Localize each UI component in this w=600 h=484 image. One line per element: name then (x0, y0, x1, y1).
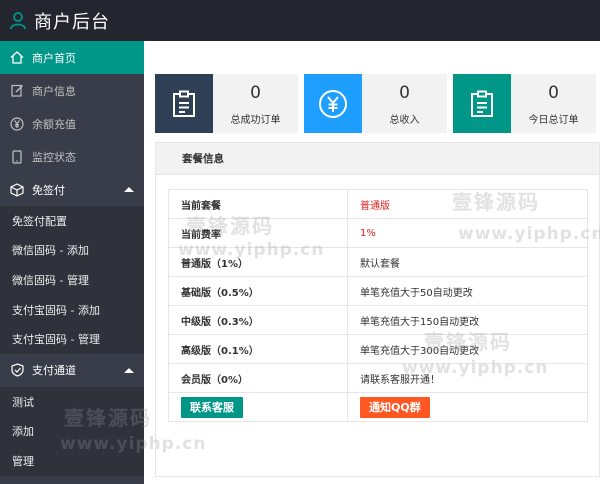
sidebar-group-label: 支付通道 (32, 364, 76, 378)
sidebar-sublist-payment-channel: 测试 添加 管理 (0, 386, 144, 476)
sidebar-subitem[interactable]: 测试 (0, 387, 144, 417)
shield-icon (10, 363, 24, 378)
main-content: 0 总成功订单 0 总收入 0 今日总订单 套餐信息 当前套餐 普通版 当前费率… (144, 41, 600, 484)
stat-value: 0 (250, 83, 261, 103)
notify-qq-group-button[interactable]: 通知QQ群 (360, 396, 430, 418)
table-row: 中级版（0.3%） 单笔充值大于150自动更改 (168, 305, 588, 335)
app-title: 商户后台 (34, 11, 110, 33)
table-row: 高级版（0.1%） 单笔充值大于300自动更改 (168, 334, 588, 364)
sidebar-item-recharge[interactable]: 余额充值 (0, 107, 144, 140)
sidebar-sublist-mianqianfu: 免签付配置 微信固码 - 添加 微信固码 - 管理 支付宝固码 - 添加 支付宝… (0, 206, 144, 354)
stat-card-success-orders: 0 总成功订单 (155, 74, 298, 133)
caret-up-icon (124, 367, 134, 373)
row-key: 高级版（0.1%） (168, 334, 348, 364)
row-value: 1% (347, 218, 588, 248)
row-action: 联系客服 (168, 392, 348, 422)
sidebar-subitem[interactable]: 管理 (0, 446, 144, 476)
stat-value: 0 (548, 83, 559, 103)
row-value: 单笔充值大于150自动更改 (347, 305, 588, 335)
package-info-panel: 套餐信息 当前套餐 普通版 当前费率 1% 普通版（1%） 默认套餐 基础版（0… (155, 142, 600, 477)
edit-icon (10, 84, 24, 98)
sidebar-subitem[interactable]: 微信固码 - 添加 (0, 236, 144, 266)
clipboard-icon (453, 74, 511, 133)
table-row: 基础版（0.5%） 单笔充值大于50自动更改 (168, 276, 588, 306)
table-row: 联系客服 通知QQ群 (168, 392, 588, 422)
contact-service-button[interactable]: 联系客服 (181, 396, 243, 418)
row-key: 会员版（0%） (168, 363, 348, 393)
sidebar: 商户首页 商户信息 余额充值 监控状态 免签付 免签付配置 微信固码 - 添加 … (0, 41, 144, 484)
stat-cards: 0 总成功订单 0 总收入 0 今日总订单 (155, 74, 596, 133)
phone-icon (10, 149, 24, 164)
sidebar-subitem[interactable]: 支付宝固码 - 添加 (0, 295, 144, 325)
sidebar-subitem[interactable]: 支付宝固码 - 管理 (0, 324, 144, 354)
sidebar-item-label: 商户信息 (32, 84, 76, 98)
sidebar-item-label: 监控状态 (32, 150, 76, 164)
row-value: 单笔充值大于300自动更改 (347, 334, 588, 364)
sidebar-item-merchant-info[interactable]: 商户信息 (0, 74, 144, 107)
table-row: 当前费率 1% (168, 218, 588, 248)
row-value: 默认套餐 (347, 247, 588, 277)
stat-card-total-income: 0 总收入 (304, 74, 447, 133)
sidebar-subitem[interactable]: 添加 (0, 417, 144, 447)
sidebar-subitem[interactable]: 微信固码 - 管理 (0, 265, 144, 295)
top-header: 商户后台 (0, 0, 600, 41)
cube-icon (10, 182, 24, 197)
row-key: 当前费率 (168, 218, 348, 248)
user-icon (10, 11, 26, 30)
row-action: 通知QQ群 (347, 392, 588, 422)
row-key: 普通版（1%） (168, 247, 348, 277)
home-icon (10, 51, 24, 65)
row-key: 基础版（0.5%） (168, 276, 348, 306)
sidebar-group-payment-channel[interactable]: 支付通道 (0, 354, 144, 387)
table-row: 普通版（1%） 默认套餐 (168, 247, 588, 277)
stat-label: 总成功订单 (230, 115, 281, 126)
sidebar-subitem[interactable]: 免签付配置 (0, 206, 144, 236)
sidebar-item-home[interactable]: 商户首页 (0, 41, 144, 74)
stat-card-today-orders: 0 今日总订单 (453, 74, 596, 133)
row-value: 单笔充值大于50自动更改 (347, 276, 588, 306)
caret-up-icon (124, 187, 134, 192)
row-value: 普通版 (347, 189, 588, 219)
stat-value: 0 (399, 83, 410, 103)
row-key: 当前套餐 (168, 189, 348, 219)
sidebar-group-label: 免签付 (32, 183, 65, 197)
sidebar-group-mianqianfu[interactable]: 免签付 (0, 173, 144, 206)
sidebar-item-label: 余额充值 (32, 117, 76, 131)
table-row: 会员版（0%） 请联系客服开通！ (168, 363, 588, 393)
package-table: 当前套餐 普通版 当前费率 1% 普通版（1%） 默认套餐 基础版（0.5%） … (168, 189, 588, 422)
row-key: 中级版（0.3%） (168, 305, 348, 335)
sidebar-item-monitor[interactable]: 监控状态 (0, 140, 144, 173)
row-value: 请联系客服开通！ (347, 363, 588, 393)
yen-circle-icon (10, 116, 24, 131)
clipboard-icon (155, 74, 213, 133)
stat-label: 今日总订单 (528, 115, 579, 126)
sidebar-item-label: 商户首页 (32, 51, 76, 65)
table-row: 当前套餐 普通版 (168, 189, 588, 219)
stat-label: 总收入 (389, 115, 420, 126)
panel-title: 套餐信息 (156, 143, 599, 175)
yen-icon (304, 74, 362, 133)
